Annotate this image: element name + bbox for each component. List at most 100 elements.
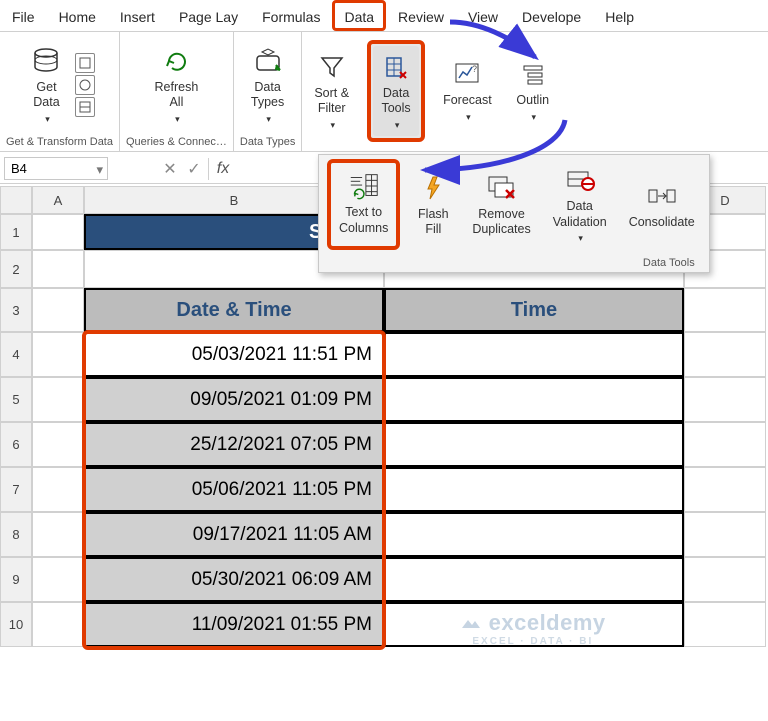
cell-A5[interactable] xyxy=(32,377,84,422)
group-get-transform: Get Data Get & Transform Data xyxy=(0,32,120,151)
menu-view[interactable]: View xyxy=(456,0,510,31)
cell-A7[interactable] xyxy=(32,467,84,512)
confirm-formula-button[interactable]: ✓ xyxy=(182,159,206,179)
row-header-6[interactable]: 6 xyxy=(0,422,32,467)
group-outline: Outlin xyxy=(504,32,562,151)
group-label: Queries & Connec… xyxy=(126,134,227,151)
sort-filter-label: Sort & Filter xyxy=(314,86,349,117)
menu-formulas[interactable]: Formulas xyxy=(250,0,332,31)
row-header-9[interactable]: 9 xyxy=(0,557,32,602)
text-to-columns-label: Text to Columns xyxy=(339,205,388,236)
from-web-icon[interactable] xyxy=(75,75,95,95)
menu-review[interactable]: Review xyxy=(386,0,456,31)
menu-bar: File Home Insert Page Lay Formulas Data … xyxy=(0,0,768,32)
consolidate-button[interactable]: Consolidate xyxy=(623,159,701,250)
cell-D10[interactable] xyxy=(684,602,766,647)
header-date-time[interactable]: Date & Time xyxy=(84,288,384,332)
data-types-label: Data Types xyxy=(251,80,284,111)
chevron-down-icon xyxy=(264,111,271,127)
fx-button[interactable]: fx xyxy=(211,160,235,178)
outline-button[interactable]: Outlin xyxy=(510,53,556,128)
menu-help[interactable]: Help xyxy=(593,0,646,31)
refresh-all-button[interactable]: Refresh All xyxy=(149,40,205,131)
cell-A2[interactable] xyxy=(32,250,84,288)
chevron-down-icon xyxy=(173,111,180,127)
cell-C5[interactable] xyxy=(384,377,684,422)
forecast-button[interactable]: ? Forecast xyxy=(437,53,498,128)
sort-filter-button[interactable]: Sort & Filter xyxy=(308,46,355,137)
data-types-button[interactable]: Data Types xyxy=(245,40,291,131)
cell-B8[interactable]: 09/17/2021 11:05 AM xyxy=(84,512,384,557)
name-box[interactable]: B4 xyxy=(4,157,108,180)
cell-A10[interactable] xyxy=(32,602,84,647)
cell-D3[interactable] xyxy=(684,288,766,332)
cell-B5[interactable]: 09/05/2021 01:09 PM xyxy=(84,377,384,422)
menu-data[interactable]: Data xyxy=(332,0,386,31)
consolidate-icon xyxy=(645,179,679,213)
group-queries-connections: Refresh All Queries & Connec… xyxy=(120,32,234,151)
funnel-icon xyxy=(315,50,349,84)
menu-file[interactable]: File xyxy=(0,0,47,31)
watermark: exceldemy EXCEL · DATA · BI xyxy=(460,610,606,647)
menu-insert[interactable]: Insert xyxy=(108,0,167,31)
col-header-a[interactable]: A xyxy=(32,186,84,214)
cell-B7[interactable]: 05/06/2021 11:05 PM xyxy=(84,467,384,512)
cell-C4[interactable] xyxy=(384,332,684,377)
cancel-formula-button[interactable]: ✕ xyxy=(158,159,182,179)
data-tools-button[interactable]: Data Tools xyxy=(373,46,419,137)
menu-home[interactable]: Home xyxy=(47,0,108,31)
row-header-8[interactable]: 8 xyxy=(0,512,32,557)
from-text-icon[interactable] xyxy=(75,53,95,73)
row-header-4[interactable]: 4 xyxy=(0,332,32,377)
cell-A8[interactable] xyxy=(32,512,84,557)
cell-B9[interactable]: 05/30/2021 06:09 AM xyxy=(84,557,384,602)
remove-duplicates-icon xyxy=(485,171,519,205)
cell-D9[interactable] xyxy=(684,557,766,602)
from-table-icon[interactable] xyxy=(75,97,95,117)
row-header-1[interactable]: 1 xyxy=(0,214,32,250)
remove-duplicates-button[interactable]: Remove Duplicates xyxy=(466,159,536,250)
menu-pagelayout[interactable]: Page Lay xyxy=(167,0,250,31)
row-header-3[interactable]: 3 xyxy=(0,288,32,332)
header-time[interactable]: Time xyxy=(384,288,684,332)
group-label: Data Types xyxy=(240,134,295,151)
flash-fill-button[interactable]: Flash Fill xyxy=(410,159,456,250)
ribbon-data: Get Data Get & Transform Data Refresh Al… xyxy=(0,32,768,152)
cell-D7[interactable] xyxy=(684,467,766,512)
get-data-button[interactable]: Get Data xyxy=(23,40,69,131)
chevron-down-icon xyxy=(529,109,536,125)
cell-C8[interactable] xyxy=(384,512,684,557)
cell-C6[interactable] xyxy=(384,422,684,467)
get-data-mini-buttons xyxy=(75,53,95,117)
group-forecast: ? Forecast xyxy=(431,32,504,151)
cell-A9[interactable] xyxy=(32,557,84,602)
cell-A6[interactable] xyxy=(32,422,84,467)
cell-D5[interactable] xyxy=(684,377,766,422)
row-header-2[interactable]: 2 xyxy=(0,250,32,288)
cell-B4[interactable]: 05/03/2021 11:51 PM xyxy=(84,332,384,377)
menu-developer[interactable]: Develope xyxy=(510,0,593,31)
forecast-label: Forecast xyxy=(443,93,492,109)
row-header-7[interactable]: 7 xyxy=(0,467,32,512)
row-header-10[interactable]: 10 xyxy=(0,602,32,647)
data-tools-icon xyxy=(379,50,413,84)
cell-D4[interactable] xyxy=(684,332,766,377)
separator xyxy=(208,158,209,180)
cell-C7[interactable] xyxy=(384,467,684,512)
cell-D6[interactable] xyxy=(684,422,766,467)
row-header-5[interactable]: 5 xyxy=(0,377,32,422)
select-all-corner[interactable] xyxy=(0,186,32,214)
consolidate-label: Consolidate xyxy=(629,215,695,231)
cell-B10[interactable]: 11/09/2021 01:55 PM xyxy=(84,602,384,647)
outline-label: Outlin xyxy=(516,93,549,109)
cell-C9[interactable] xyxy=(384,557,684,602)
cell-A3[interactable] xyxy=(32,288,84,332)
cell-A1[interactable] xyxy=(32,214,84,250)
cell-D8[interactable] xyxy=(684,512,766,557)
cell-B6[interactable]: 25/12/2021 07:05 PM xyxy=(84,422,384,467)
text-to-columns-button[interactable]: Text to Columns xyxy=(333,165,394,240)
cell-A4[interactable] xyxy=(32,332,84,377)
flash-fill-label: Flash Fill xyxy=(418,207,449,238)
data-validation-label: Data Validation xyxy=(553,199,607,230)
data-validation-button[interactable]: Data Validation xyxy=(547,159,613,250)
